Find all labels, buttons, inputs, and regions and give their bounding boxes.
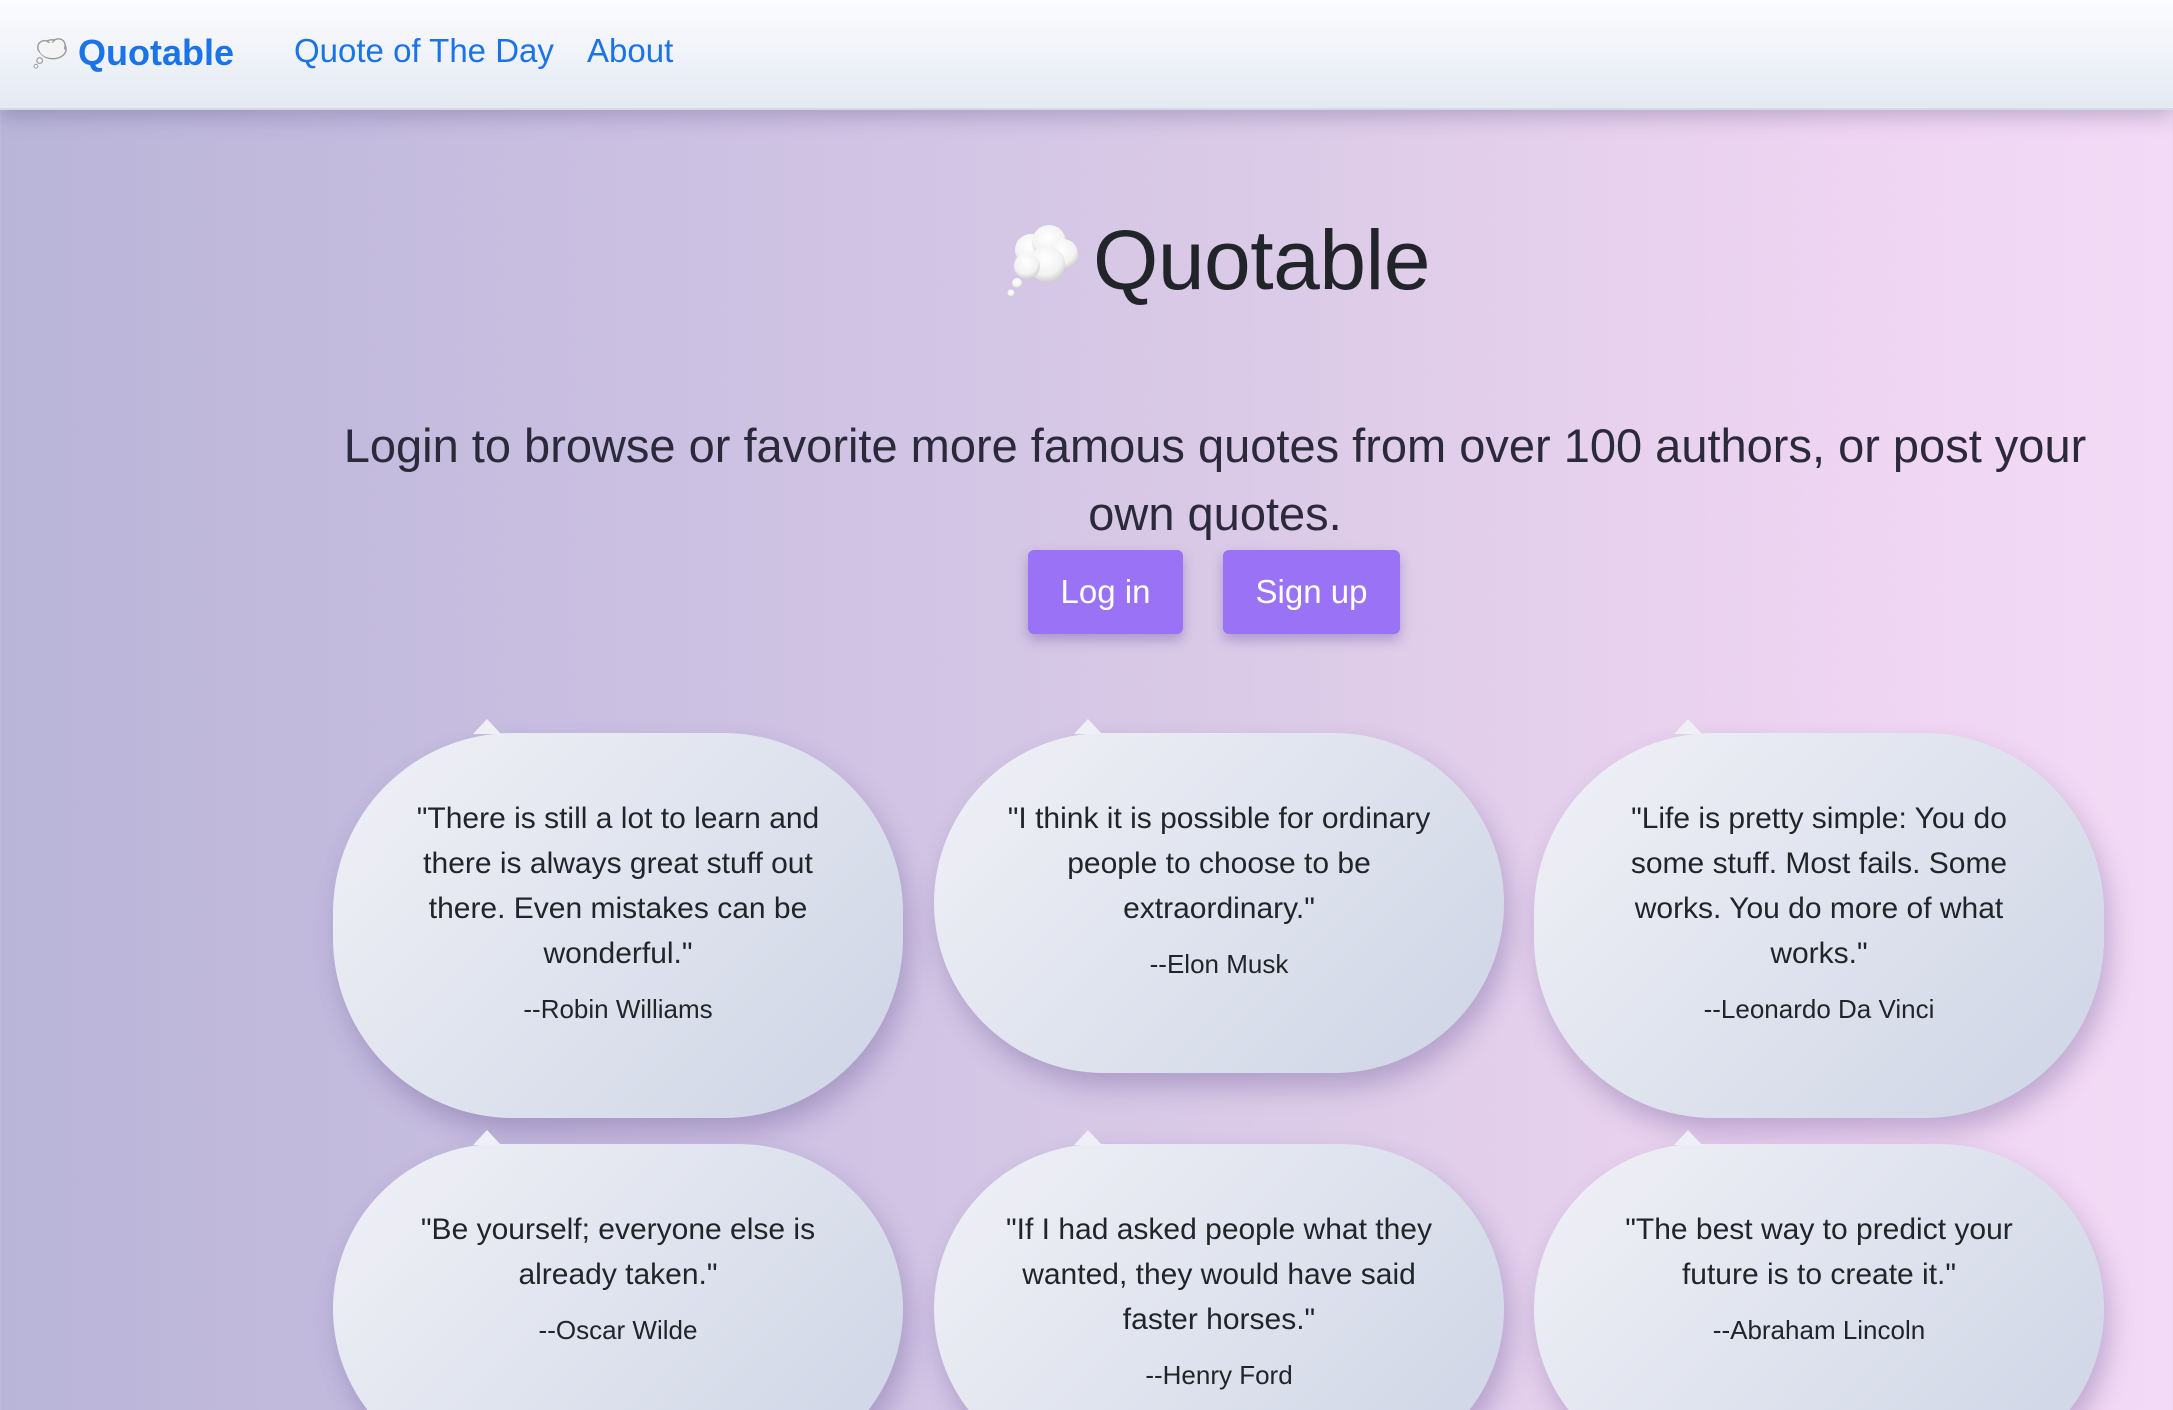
nav-link-quote-of-the-day[interactable]: Quote of The Day xyxy=(294,32,554,70)
quote-text: "If I had asked people what they wanted,… xyxy=(1006,1213,1432,1336)
quote-text: "I think it is possible for ordinary peo… xyxy=(1007,802,1431,925)
quote-card: "Life is pretty simple: You do some stuf… xyxy=(1534,719,2104,1118)
quote-card: "There is still a lot to learn and there… xyxy=(333,719,903,1118)
hero-title: Quotable xyxy=(1003,205,1430,315)
page-title: Quotable xyxy=(1093,212,1430,307)
hero-lead-text: Login to browse or favorite more famous … xyxy=(343,419,2087,540)
thought-balloon-icon xyxy=(33,38,67,69)
thought-balloon-icon xyxy=(1007,225,1078,297)
quote-card: "The best way to predict your future is … xyxy=(1534,1130,2104,1410)
quote-author: --Abraham Lincoln xyxy=(1712,1315,1926,1345)
quote-text: "Life is pretty simple: You do some stuf… xyxy=(1630,802,2008,970)
login-button[interactable]: Log in xyxy=(1028,550,1183,634)
quote-author: --Oscar Wilde xyxy=(538,1315,698,1345)
quote-text: "The best way to predict your future is … xyxy=(1625,1213,2013,1291)
brand-name: Quotable xyxy=(78,32,235,73)
quote-author: --Elon Musk xyxy=(1149,949,1289,979)
quote-text: "Be yourself; everyone else is already t… xyxy=(420,1213,816,1291)
top-navbar: Quotable Quote of The Day About xyxy=(0,0,2173,110)
quote-card: "If I had asked people what they wanted,… xyxy=(934,1130,1504,1410)
quote-text: "There is still a lot to learn and there… xyxy=(416,802,820,970)
quote-author: --Henry Ford xyxy=(1145,1360,1293,1390)
quote-card: "Be yourself; everyone else is already t… xyxy=(333,1130,903,1410)
brand-link[interactable]: Quotable xyxy=(32,28,234,78)
nav-link-about[interactable]: About xyxy=(587,32,673,70)
quote-card: "I think it is possible for ordinary peo… xyxy=(934,719,1504,1073)
quote-author: --Leonardo Da Vinci xyxy=(1703,994,1935,1024)
signup-button[interactable]: Sign up xyxy=(1223,550,1400,634)
quote-author: --Robin Williams xyxy=(523,994,713,1024)
